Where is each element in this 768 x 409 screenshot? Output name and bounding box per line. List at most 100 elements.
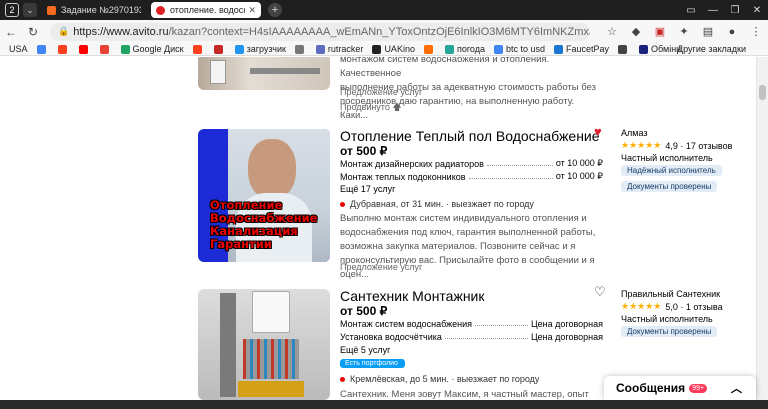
extension-puzzle-icon[interactable]: ✦ — [672, 25, 696, 38]
reviews-count[interactable]: · 1 отзыва — [680, 302, 722, 312]
lock-icon[interactable]: 🔒 — [58, 26, 69, 37]
tab-avito[interactable]: отопление. водоснабж ✕ — [151, 2, 261, 18]
service-price: от 10 000 ₽ — [555, 158, 603, 168]
profile-icon[interactable]: ● — [720, 26, 744, 38]
tab-count-badge[interactable]: 2 — [5, 3, 19, 17]
listing-price: от 500 ₽ — [340, 144, 388, 158]
cast-icon[interactable]: ▤ — [696, 25, 720, 38]
listing-image[interactable] — [198, 289, 330, 400]
bookmark-favicon-icon — [234, 44, 244, 54]
bookmark-item[interactable] — [78, 44, 91, 54]
listing-price: от 500 ₽ — [340, 304, 388, 318]
tab-list-chevron-icon[interactable]: ⌄ — [23, 3, 37, 17]
bookmark-item[interactable] — [99, 44, 112, 54]
more-services-link[interactable]: Ещё 17 услуг — [340, 184, 395, 194]
extension-icon[interactable]: ◆ — [624, 25, 648, 38]
close-tab-icon[interactable]: ✕ — [248, 5, 256, 16]
new-tab-button[interactable]: + — [268, 3, 282, 17]
bookmark-label: USA — [9, 44, 28, 54]
description-line: Выполню монтаж систем индивидуального от… — [340, 213, 587, 224]
chevron-up-icon[interactable]: ︿ — [731, 380, 742, 396]
bookmark-favicon-icon — [213, 44, 223, 54]
back-icon[interactable]: ← — [0, 25, 22, 39]
location-text: Кремлёвская, до 5 мин. · выезжает по гор… — [350, 374, 540, 384]
bookmark-item[interactable]: погода — [444, 44, 485, 54]
reload-icon[interactable]: ↻ — [22, 25, 44, 39]
description-line: монтажом систем водоснабжения и отоплени… — [340, 57, 550, 79]
bookmark-item[interactable]: rutracker — [315, 44, 363, 54]
scrollbar-thumb[interactable] — [759, 85, 766, 100]
service-row: Монтаж дизайнерских радиаторов от 10 000 … — [340, 158, 603, 169]
avito-favicon-icon — [156, 5, 165, 15]
listing-image[interactable]: Отопление Водоснабжение Канализация Гара… — [198, 129, 330, 262]
seller-name[interactable]: Правильный Сантехник — [621, 289, 720, 299]
bookmarks-bar: USA Google Диск загрузчик rutracker UAKino по… — [0, 43, 768, 56]
bookmark-favicon-icon — [423, 44, 433, 54]
bookmark-item[interactable] — [36, 44, 49, 54]
bookmark-item[interactable]: загрузчик — [234, 44, 286, 54]
bookmark-item[interactable]: UAKino — [372, 44, 415, 54]
close-window-icon[interactable]: ✕ — [746, 5, 768, 16]
bookmark-favicon-icon — [444, 44, 454, 54]
bookmark-favicon-icon — [294, 44, 304, 54]
image-caption: Отопление Водоснабжение Канализация Гара… — [210, 199, 330, 251]
bookmark-star-icon[interactable]: ☆ — [600, 25, 624, 38]
messages-widget[interactable]: Сообщения 99+ ︿ — [604, 376, 756, 400]
bookmark-item[interactable] — [294, 44, 307, 54]
bookmark-favicon-icon — [639, 44, 649, 54]
bookmark-item[interactable]: USA — [9, 44, 28, 54]
listing-category: Предложение услуг — [340, 262, 423, 272]
manifold — [238, 381, 304, 397]
location-text: Дубравная, от 31 мин. · выезжает по горо… — [350, 199, 534, 209]
service-price: Цена договорная — [530, 332, 603, 342]
bookmark-favicon-icon — [372, 44, 382, 54]
favorite-heart-icon[interactable]: ♥ — [594, 124, 602, 139]
bookmark-manager-icon[interactable]: ▭ — [680, 5, 702, 16]
bookmark-label: Google Диск — [132, 44, 184, 54]
bookmark-label: UAKino — [384, 44, 415, 54]
address-bar[interactable]: 🔒 https://www.avito.ru/kazan?context=H4s… — [50, 22, 590, 41]
favorite-heart-outline-icon[interactable]: ♡ — [594, 284, 606, 300]
other-bookmarks-folder[interactable]: Другие закладки — [677, 43, 746, 55]
bookmark-favicon-icon — [99, 44, 109, 54]
bookmark-item[interactable] — [57, 44, 70, 54]
listing-title[interactable]: Сантехник Монтажник — [340, 288, 485, 304]
metro-dot-icon — [340, 201, 345, 207]
dotted-leader — [444, 338, 528, 339]
listing-title[interactable]: Отопление Теплый пол Водоснабжение — [340, 128, 600, 144]
documents-verified-badge: Документы проверены — [621, 181, 718, 192]
listing-image[interactable] — [198, 57, 330, 90]
task-favicon-icon — [47, 5, 56, 15]
more-services-link[interactable]: Ещё 5 услуг — [340, 345, 390, 355]
portfolio-badge[interactable]: Есть портфолио — [340, 359, 405, 368]
vertical-scrollbar[interactable] — [756, 57, 768, 400]
bookmark-item[interactable]: FaucetPay — [554, 44, 609, 54]
boiler-pipes — [243, 339, 299, 379]
menu-icon[interactable]: ⋮ — [744, 25, 768, 38]
bookmark-item[interactable]: Обмінн — [639, 44, 681, 54]
seller-name[interactable]: Алмаз — [621, 128, 647, 138]
bookmark-item[interactable]: btc to usd — [493, 44, 545, 54]
extension-red-icon[interactable]: ▣ — [648, 25, 672, 38]
tab-task[interactable]: Задание №2970193 - про — [42, 2, 146, 18]
description-line: возможна закупка материалов. Позвоните с… — [340, 241, 576, 252]
bookmark-item[interactable] — [213, 44, 226, 54]
seller-type: Частный исполнитель — [621, 153, 713, 163]
minimize-icon[interactable]: — — [702, 5, 724, 16]
bookmark-label: загрузчик — [246, 44, 286, 54]
bookmark-item[interactable] — [618, 44, 630, 54]
dotted-leader — [486, 165, 553, 166]
maximize-icon[interactable]: ❐ — [724, 5, 746, 16]
promoted-label: Продвинуто 🡅 — [340, 102, 402, 112]
rating-value: 5,0 — [665, 301, 678, 312]
description-line: водоснабжения под ключ, гарантия выполне… — [340, 227, 596, 238]
horizontal-scrollbar[interactable] — [0, 400, 768, 409]
bookmark-label: погода — [456, 44, 485, 54]
rating-value: 4,9 — [665, 140, 678, 151]
service-name: Монтаж систем водоснабжения — [340, 319, 473, 329]
reviews-count[interactable]: · 17 отзывов — [680, 141, 732, 151]
bookmark-item[interactable] — [192, 44, 205, 54]
navigation-bar: ← ↻ 🔒 https://www.avito.ru/kazan?context… — [0, 20, 768, 43]
bookmark-item[interactable]: Google Диск — [120, 44, 184, 54]
bookmark-item[interactable] — [423, 44, 436, 54]
